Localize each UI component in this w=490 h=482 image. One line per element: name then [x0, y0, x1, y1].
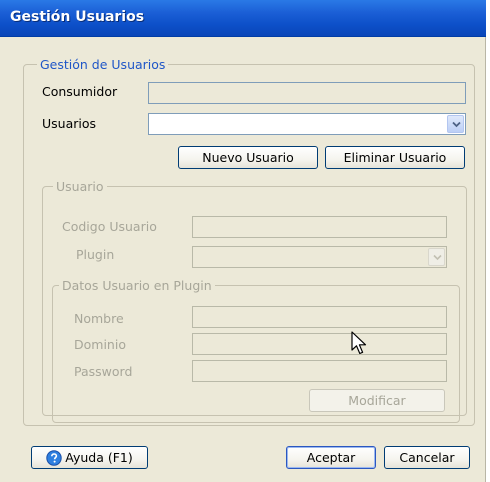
nombre-label: Nombre: [74, 311, 124, 326]
eliminar-usuario-button[interactable]: Eliminar Usuario: [325, 146, 465, 169]
help-question-icon: [46, 450, 62, 466]
dominio-field: [192, 333, 447, 355]
window-title: Gestión Usuarios: [10, 9, 145, 25]
help-button[interactable]: Ayuda (F1): [31, 446, 148, 469]
usuarios-label: Usuarios: [42, 116, 97, 131]
nuevo-usuario-button-label: Nuevo Usuario: [202, 150, 294, 165]
mouse-cursor-icon: [351, 331, 367, 355]
plugin-dropdown-button: [428, 248, 445, 266]
nuevo-usuario-button[interactable]: Nuevo Usuario: [178, 146, 318, 169]
plugin-label: Plugin: [76, 247, 115, 262]
dialog-window: Gestión Usuarios Gestión de Usuarios Con…: [0, 0, 486, 482]
cancelar-button-label: Cancelar: [399, 450, 455, 465]
aceptar-button[interactable]: Aceptar: [286, 446, 376, 469]
codigo-usuario-label: Codigo Usuario: [62, 219, 157, 234]
modificar-button: Modificar: [309, 389, 445, 412]
eliminar-usuario-button-label: Eliminar Usuario: [343, 150, 447, 165]
plugin-combobox: [192, 246, 447, 268]
help-button-label: Ayuda (F1): [65, 450, 133, 465]
password-field: [192, 360, 447, 382]
consumidor-label: Consumidor: [42, 84, 118, 99]
nombre-field: [192, 306, 447, 328]
modificar-button-label: Modificar: [348, 393, 406, 408]
datos-usuario-legend: Datos Usuario en Plugin: [59, 278, 215, 293]
consumidor-field: [148, 82, 466, 104]
usuarios-combobox[interactable]: [148, 113, 466, 135]
usuarios-dropdown-button[interactable]: [447, 115, 464, 133]
aceptar-button-label: Aceptar: [306, 450, 356, 465]
usuario-legend: Usuario: [53, 179, 107, 194]
title-bar[interactable]: Gestión Usuarios: [0, 0, 486, 37]
password-label: Password: [74, 364, 133, 379]
gestion-usuarios-legend: Gestión de Usuarios: [37, 57, 169, 72]
codigo-usuario-field: [192, 216, 447, 238]
cancelar-button[interactable]: Cancelar: [384, 446, 470, 469]
dominio-label: Dominio: [74, 337, 126, 352]
